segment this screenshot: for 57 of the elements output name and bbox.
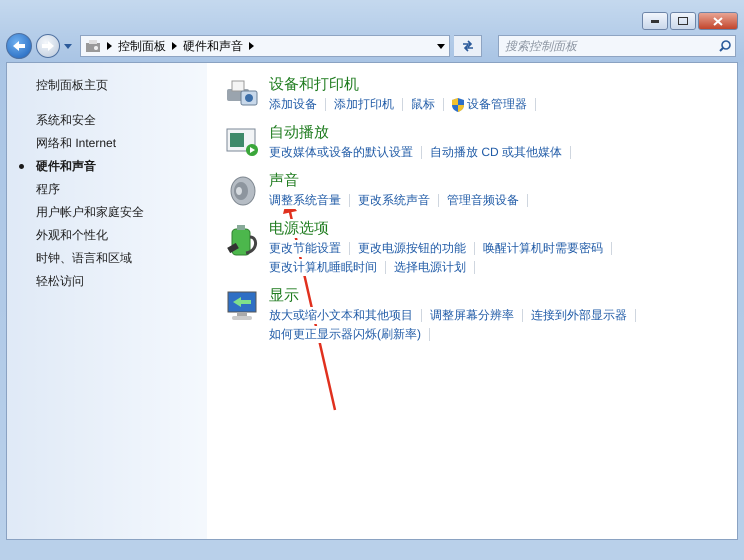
maximize-button[interactable] [670, 12, 696, 30]
chevron-right-icon [249, 42, 254, 50]
sidebar-link[interactable]: 时钟、语言和区域 [7, 250, 207, 267]
chevron-right-icon [107, 42, 112, 50]
category-title-link[interactable]: 电源选项 [269, 219, 329, 238]
breadcrumb-item[interactable]: 控制面板 [118, 38, 166, 54]
address-bar[interactable]: 控制面板 硬件和声音 [80, 35, 450, 57]
arrow-right-icon [41, 40, 55, 52]
search-field[interactable]: 搜索控制面板 [498, 35, 736, 57]
sidebar-link[interactable]: 用户帐户和家庭安全 [7, 204, 207, 221]
task-link[interactable]: 管理音频设备 [447, 192, 519, 209]
search-input[interactable]: 搜索控制面板 [503, 38, 719, 54]
task-link[interactable]: 更改节能设置 [269, 240, 341, 257]
media-window-play-icon [225, 127, 259, 157]
task-link[interactable]: 如何更正显示器闪烁(刷新率) [269, 326, 421, 343]
task-link[interactable]: 更改媒体或设备的默认设置 [269, 144, 413, 161]
forward-button[interactable] [36, 34, 60, 58]
task-link[interactable]: 连接到外部显示器 [531, 307, 627, 324]
arrow-left-icon [12, 40, 26, 52]
close-icon [713, 16, 723, 26]
dropdown-caret-icon[interactable] [437, 44, 445, 48]
task-link[interactable]: 调整屏幕分辨率 [430, 307, 514, 324]
sidebar-link[interactable]: 程序 [7, 181, 207, 198]
task-link[interactable]: 鼠标 [411, 96, 435, 113]
category-title-link[interactable]: 声音 [269, 171, 299, 190]
sidebar-link[interactable]: 系统和安全 [7, 112, 207, 129]
battery-plug-icon [226, 223, 258, 257]
sidebar-link[interactable]: 硬件和声音 [7, 158, 207, 175]
refresh-button[interactable] [454, 35, 482, 57]
task-link[interactable]: 选择电源计划 [394, 259, 466, 276]
chevron-right-icon [172, 42, 177, 50]
back-button[interactable] [6, 33, 32, 59]
minimize-icon [651, 20, 659, 22]
task-link[interactable]: 添加打印机 [334, 96, 394, 113]
task-link[interactable]: 更改计算机睡眠时间 [269, 259, 377, 276]
maximize-icon [678, 17, 688, 25]
sidebar-link[interactable]: 控制面板主页 [7, 77, 207, 94]
close-button[interactable] [698, 12, 738, 30]
task-link[interactable]: 更改系统声音 [358, 192, 430, 209]
task-link[interactable]: 放大或缩小文本和其他项目 [269, 307, 413, 324]
breadcrumb-item[interactable]: 硬件和声音 [183, 38, 243, 54]
search-icon [719, 40, 731, 52]
category-title-link[interactable]: 设备和打印机 [269, 75, 359, 94]
task-link[interactable]: 设备管理器 [452, 96, 527, 113]
control-panel-icon [85, 39, 101, 53]
task-link[interactable]: 调整系统音量 [269, 192, 341, 209]
monitor-icon [225, 290, 259, 322]
category-title-link[interactable]: 自动播放 [269, 123, 329, 142]
sidebar-link[interactable]: 网络和 Internet [7, 135, 207, 152]
category-title-link[interactable]: 显示 [269, 286, 299, 305]
task-link[interactable]: 唤醒计算机时需要密码 [483, 240, 603, 257]
minimize-button[interactable] [642, 12, 668, 30]
refresh-icon [460, 40, 474, 52]
task-link[interactable]: 更改电源按钮的功能 [358, 240, 466, 257]
sidebar-link[interactable]: 外观和个性化 [7, 227, 207, 244]
task-link[interactable]: 自动播放 CD 或其他媒体 [430, 144, 562, 161]
sidebar-link[interactable]: 轻松访问 [7, 273, 207, 290]
